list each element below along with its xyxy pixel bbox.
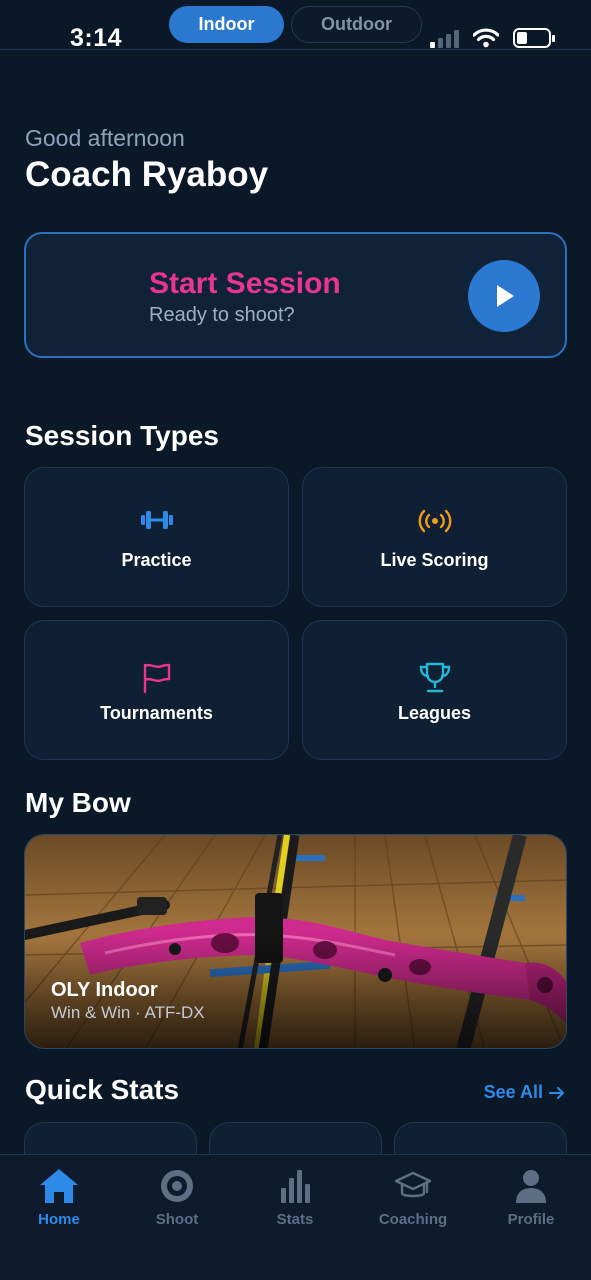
tab-label: Shoot [155,1211,199,1228]
segment-outdoor[interactable]: Outdoor [291,6,422,43]
see-all-label: See All [483,1082,543,1102]
tab-bar: Home Shoot Stats Coaching Profile [0,1154,591,1280]
target-icon [161,1170,193,1202]
bow-name: OLY Indoor [51,979,158,1001]
person-icon [516,1170,546,1203]
session-types-title: Session Types [25,420,220,451]
start-session-subtitle: Ready to shoot? [149,304,295,326]
home-screen: 3:14 Indoor Outdoor Good afternoon Coach… [0,0,591,1280]
cellular-signal-icon [430,28,459,48]
trophy-icon [419,662,450,693]
tab-shoot[interactable]: Shoot [118,1155,236,1245]
status-icons [430,28,555,48]
greeting-salutation: Good afternoon [25,125,185,151]
status-bar: 3:14 Indoor Outdoor [0,0,591,52]
tab-profile[interactable]: Profile [472,1155,590,1245]
my-bow-title: My Bow [25,787,131,818]
bow-details: Win & Win · ATF-DX [51,1003,205,1022]
start-session-card[interactable]: Start Session Ready to shoot? [24,232,567,358]
start-session-button[interactable] [468,260,540,332]
tab-stats[interactable]: Stats [236,1155,354,1245]
tab-home[interactable]: Home [0,1155,118,1245]
dumbbell-icon [140,511,173,529]
quick-stats-title: Quick Stats [25,1074,180,1105]
graduation-cap-icon [394,1171,432,1198]
home-icon [40,1169,78,1203]
arrow-right-icon [549,1086,564,1099]
my-bow-card[interactable]: OLY Indoor Win & Win · ATF-DX [24,834,567,1049]
greeting-name: Coach Ryaboy [25,155,269,194]
session-type-live-scoring[interactable]: Live Scoring [302,467,567,607]
session-type-label: Live Scoring [380,550,489,570]
broadcast-icon [418,509,451,533]
bar-chart-icon [281,1170,310,1203]
session-type-tournaments[interactable]: Tournaments [24,620,289,760]
session-type-leagues[interactable]: Leagues [302,620,567,760]
tab-label: Profile [507,1211,555,1228]
start-session-title: Start Session [149,267,341,300]
tab-label: Home [38,1211,80,1228]
segment-indoor[interactable]: Indoor [169,6,284,43]
tab-coaching[interactable]: Coaching [354,1155,472,1245]
wifi-icon [473,28,499,48]
flag-icon [143,663,170,694]
status-time: 3:14 [70,24,123,52]
play-icon [497,285,514,307]
session-type-label: Tournaments [100,703,213,723]
session-type-practice[interactable]: Practice [24,467,289,607]
battery-icon [513,28,555,48]
tab-label: Coaching [378,1211,448,1228]
tab-label: Stats [276,1211,314,1228]
session-type-label: Leagues [397,703,472,723]
see-all-link[interactable]: See All [484,1082,565,1103]
session-type-label: Practice [121,550,192,570]
